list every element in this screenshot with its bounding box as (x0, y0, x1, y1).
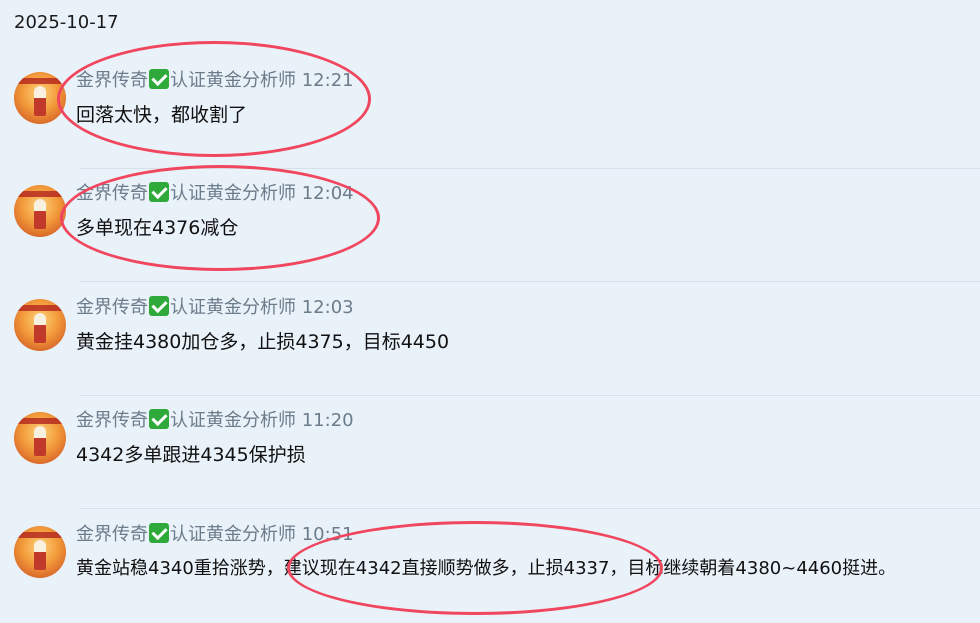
divider (80, 281, 980, 282)
sender-name: 金界传奇 (76, 297, 148, 318)
message-text: 4342多单跟进4345保护损 (76, 444, 306, 466)
sender-role: 认证黄金分析师 (170, 183, 296, 204)
message-header: 金界传奇 认证黄金分析师 10:51 (76, 520, 354, 546)
avatar-figure (34, 426, 46, 456)
sender-role: 认证黄金分析师 (170, 524, 296, 545)
avatar-figure (34, 313, 46, 343)
avatar[interactable] (14, 72, 66, 124)
message-text: 回落太快，都收割了 (76, 104, 248, 126)
message-time: 10:51 (301, 524, 354, 545)
avatar-banner (18, 191, 62, 197)
divider (80, 508, 980, 509)
verified-check-icon (149, 69, 169, 89)
sender-name: 金界传奇 (76, 183, 148, 204)
message-time: 12:03 (301, 297, 354, 318)
avatar-banner (18, 78, 62, 84)
sender-role: 认证黄金分析师 (170, 410, 296, 431)
avatar-banner (18, 532, 62, 538)
verified-check-icon (149, 409, 169, 429)
message-text: 黄金站稳4340重拾涨势，建议现在4342直接顺势做多，止损4337，目标继续朝… (76, 558, 897, 579)
message-item[interactable]: 金界传奇 认证黄金分析师 12:04 多单现在4376减仓 (0, 169, 980, 282)
message-text: 黄金挂4380加仓多，止损4375，目标4450 (76, 331, 450, 353)
avatar-figure (34, 86, 46, 116)
message-time: 12:04 (301, 183, 354, 204)
message-time: 11:20 (301, 410, 354, 431)
verified-check-icon (149, 182, 169, 202)
message-item[interactable]: 金界传奇 认证黄金分析师 11:20 4342多单跟进4345保护损 (0, 396, 980, 509)
avatar[interactable] (14, 185, 66, 237)
verified-check-icon (149, 296, 169, 316)
avatar-banner (18, 418, 62, 424)
message-header: 金界传奇 认证黄金分析师 12:03 (76, 293, 354, 319)
message-item[interactable]: 金界传奇 认证黄金分析师 10:51 黄金站稳4340重拾涨势，建议现在4342直… (0, 510, 980, 623)
message-item[interactable]: 金界传奇 认证黄金分析师 12:21 回落太快，都收割了 (0, 56, 980, 169)
avatar-banner (18, 305, 62, 311)
avatar[interactable] (14, 526, 66, 578)
date-header: 2025-10-17 (14, 12, 119, 33)
sender-name: 金界传奇 (76, 524, 148, 545)
avatar-figure (34, 199, 46, 229)
avatar[interactable] (14, 412, 66, 464)
avatar[interactable] (14, 299, 66, 351)
message-header: 金界传奇 认证黄金分析师 11:20 (76, 406, 354, 432)
sender-role: 认证黄金分析师 (170, 297, 296, 318)
message-header: 金界传奇 认证黄金分析师 12:21 (76, 66, 354, 92)
sender-name: 金界传奇 (76, 410, 148, 431)
message-item[interactable]: 金界传奇 认证黄金分析师 12:03 黄金挂4380加仓多，止损4375，目标44… (0, 283, 980, 396)
verified-check-icon (149, 523, 169, 543)
message-header: 金界传奇 认证黄金分析师 12:04 (76, 179, 354, 205)
sender-role: 认证黄金分析师 (170, 70, 296, 91)
avatar-figure (34, 540, 46, 570)
message-text: 多单现在4376减仓 (76, 217, 239, 239)
message-time: 12:21 (301, 70, 354, 91)
sender-name: 金界传奇 (76, 70, 148, 91)
